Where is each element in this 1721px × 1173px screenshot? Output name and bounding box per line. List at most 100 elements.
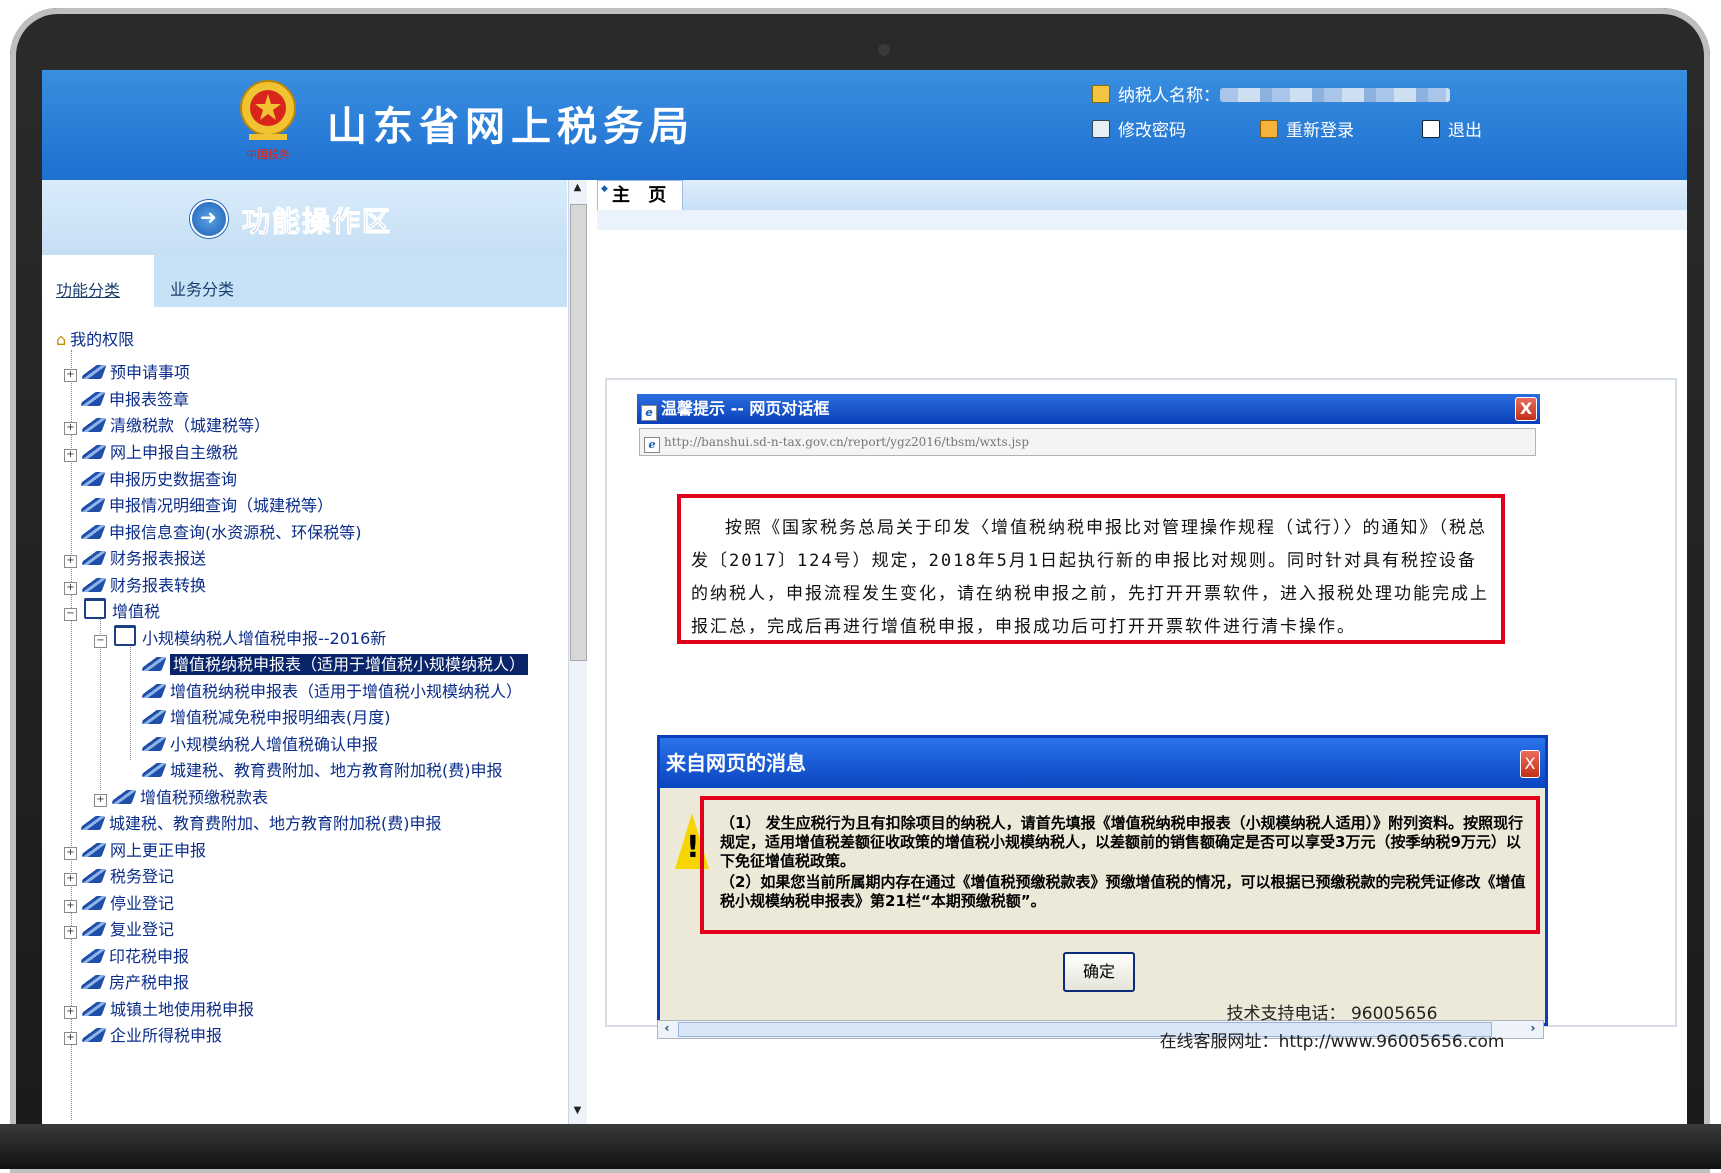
laptop-base [0,1124,1721,1169]
tree-item[interactable]: + 清缴税款（城建税等） [64,412,270,436]
tree-root[interactable]: ⌂ 我的权限 [56,326,134,350]
tree-item[interactable]: 申报信息查询(水资源税、环保税等) [80,519,362,543]
tree-item[interactable]: 增值税减免税申报明细表(月度) [141,704,391,728]
scroll-left-icon[interactable]: ‹ [658,1021,676,1037]
book-icon [81,843,107,857]
tips-dialog-title: 温馨提示 -- 网页对话框 [661,399,830,418]
expand-icon[interactable]: + [94,794,107,807]
expand-icon[interactable]: + [64,369,77,382]
tree-item[interactable]: + 预申请事项 [64,359,190,383]
book-icon [81,1028,107,1042]
open-book-icon [84,598,106,619]
scroll-down-icon[interactable]: ▼ [571,1105,584,1121]
expand-icon[interactable]: + [64,1032,77,1045]
tree-item-label: 增值税 [112,602,161,621]
tab-home[interactable]: 主 页 [597,175,683,210]
expand-icon[interactable]: + [64,555,77,568]
tree-item[interactable]: 印花税申报 [80,943,190,967]
expand-icon[interactable]: + [64,582,77,595]
tree-item-label: 停业登记 [110,894,175,913]
tree-item-label: 清缴税款（城建税等） [110,416,271,435]
expand-icon[interactable]: + [64,422,77,435]
collapse-icon[interactable]: − [94,635,107,648]
book-icon [80,392,106,406]
book-icon [141,710,167,724]
web-link[interactable]: http://www.96005656.com [1279,1032,1505,1052]
tax-emblem-icon: 中国税务 [240,80,296,161]
relogin-link[interactable]: 重新登录 [1260,116,1354,141]
function-area-header: 功能操作区 [42,180,567,255]
tree-item[interactable]: 申报表签章 [80,386,189,410]
tree-item[interactable]: + 复业登记 [64,916,174,940]
tree-item-label: 小规模纳税人增值税确认申报 [170,735,379,754]
tree-item[interactable]: 城建税、教育费附加、地方教育附加税(费)申报 [80,810,442,834]
book-icon [81,551,107,565]
tree-item[interactable]: + 财务报表转换 [64,572,206,596]
expand-icon[interactable]: + [64,449,77,462]
collapse-icon[interactable]: − [64,608,77,621]
expand-icon[interactable]: + [64,900,77,913]
tree-item-label: 房产税申报 [109,973,190,992]
book-icon [81,922,107,936]
book-icon [80,816,106,830]
arrow-right-icon[interactable] [190,200,228,238]
book-icon [81,869,107,883]
message-dialog: 来自网页的消息 X ! （1） 发生应税行为且有扣除项目的纳税人，请首先填报《增… [657,735,1548,1026]
tree-item[interactable]: 申报情况明细查询（城建税等） [80,492,333,516]
svg-text:中国税务: 中国税务 [246,147,290,161]
web-label: 在线客服网址： [1159,1032,1279,1052]
tree-item[interactable]: + 财务报表报送 [64,545,206,569]
id-card-icon [1092,85,1110,103]
tree-item[interactable]: 城建税、教育费附加、地方教育附加税(费)申报 [141,757,503,781]
change-password-link[interactable]: 修改密码 [1092,116,1186,141]
tree-item[interactable]: + 企业所得税申报 [64,1022,222,1046]
scrollbar-thumb[interactable] [570,204,587,661]
expand-icon[interactable]: + [64,926,77,939]
tree-item[interactable]: + 网上更正申报 [64,837,206,861]
expand-icon[interactable]: + [64,873,77,886]
sidebar-scrollbar[interactable]: ▲ ▼ [568,180,587,1124]
tree-item[interactable]: + 税务登记 [64,863,174,887]
tree-item-label: 增值税减免税申报明细表(月度) [170,708,391,727]
content-frame: e 温馨提示 -- 网页对话框 X e http://banshui.sd-n-ta… [605,378,1677,1039]
taxpayer-name-redacted [1220,88,1450,102]
taxpayer-label: 纳税人名称： [1118,86,1220,106]
tree-item-label: 申报历史数据查询 [109,470,238,489]
book-icon [111,790,137,804]
expand-icon[interactable]: + [64,847,77,860]
tree-item[interactable]: 增值税纳税申报表（适用于增值税小规模纳税人） [141,678,523,702]
tree-item[interactable]: + 停业登记 [64,890,174,914]
book-icon [81,418,107,432]
tab-business-category-label: 业务分类 [170,280,235,299]
tree-item[interactable]: 小规模纳税人增值税确认申报 [141,731,379,755]
close-icon[interactable]: X [1515,397,1537,421]
tree-item[interactable]: + 城镇土地使用税申报 [64,996,254,1020]
tree-item-selected[interactable]: 增值税纳税申报表（适用于增值税小规模纳税人） [141,651,529,675]
phone-number: 96005656 [1350,1004,1438,1024]
dialog-url: http://banshui.sd-n-tax.gov.cn/report/yg… [664,435,1030,449]
notice-text: 按照《国家税务总局关于印发〈增值税纳税申报比对管理操作规程（试行）〉的通知》（税… [691,518,1489,637]
book-icon [80,975,106,989]
tree-item-vat[interactable]: − 增值税 [64,598,160,622]
ie-icon: e [644,437,660,453]
main-content: 主 页 e温馨提示 -- 网页对话框 X ehttp://banshui.sd-… [597,175,1687,1124]
close-icon[interactable]: X [1520,750,1540,778]
tree-item-label: 增值税纳税申报表（适用于增值税小规模纳税人） [170,682,523,701]
tree-item-label: 税务登记 [110,867,175,886]
tab-business-category[interactable]: 业务分类 [170,276,234,300]
tree-item[interactable]: 房产税申报 [80,969,190,993]
tree-item-label: 印花税申报 [109,947,190,966]
tree-item-label: 财务报表报送 [110,549,207,568]
logout-link[interactable]: 退出 [1422,116,1482,141]
ok-button[interactable]: 确定 [1063,952,1135,992]
book-icon [141,763,167,777]
tree-item[interactable]: 申报历史数据查询 [80,466,238,490]
book-icon [80,498,106,512]
tree-item-small-scale[interactable]: − 小规模纳税人增值税申报--2016新 [94,625,386,649]
expand-icon[interactable]: + [64,1006,77,1019]
book-icon [80,472,106,486]
scroll-up-icon[interactable]: ▲ [571,182,584,198]
tab-function-category[interactable]: 功能分类 [42,255,154,307]
tree-item[interactable]: + 增值税预缴税款表 [94,784,268,808]
tree-item[interactable]: + 网上申报自主缴税 [64,439,238,463]
